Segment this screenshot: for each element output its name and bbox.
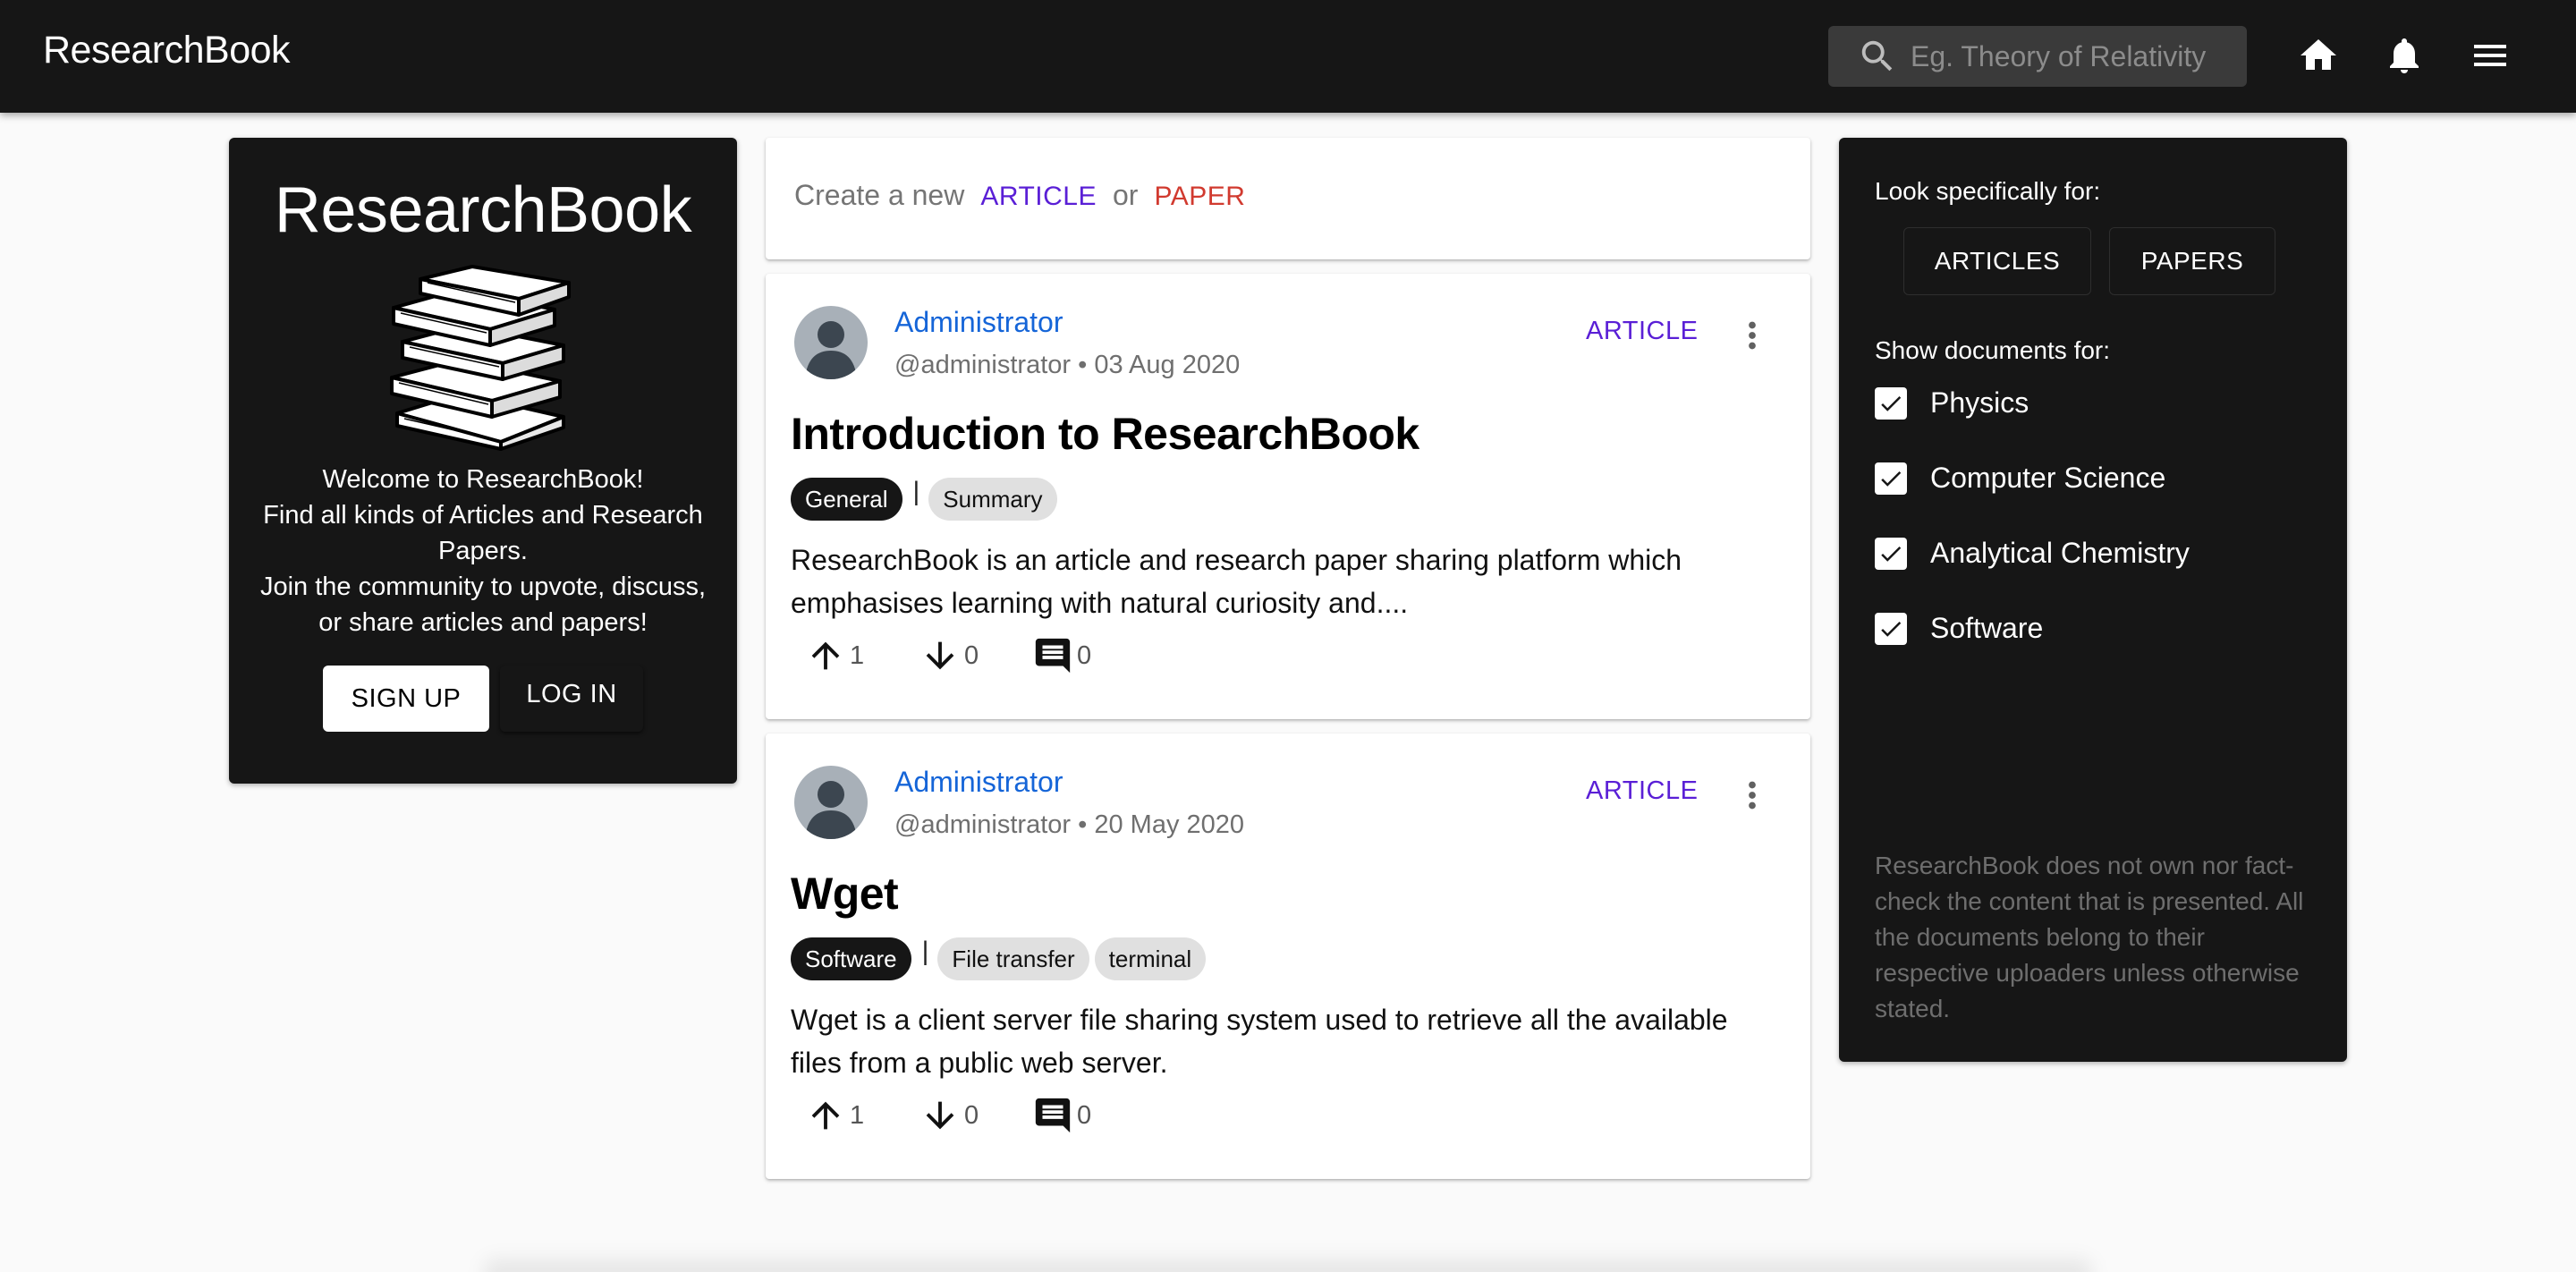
- filter-card: Look specifically for: ARTICLES PAPERS S…: [1839, 138, 2347, 1062]
- post-card: Administrator @administrator • 03 Aug 20…: [766, 274, 1810, 719]
- post-card: Administrator @administrator • 20 May 20…: [766, 734, 1810, 1179]
- welcome-line-3: Join the community to upvote, discuss, o…: [259, 572, 707, 637]
- downvote-button[interactable]: 0: [919, 635, 1032, 676]
- post-main-tag[interactable]: Software: [791, 937, 911, 980]
- post-description: ResearchBook is an article and research …: [791, 544, 1682, 619]
- look-for-label: Look specifically for:: [1875, 177, 2101, 205]
- create-article-link[interactable]: ARTICLE: [980, 182, 1097, 212]
- post-title[interactable]: Introduction to ResearchBook: [791, 408, 1419, 460]
- post-author-name[interactable]: Administrator: [894, 766, 1063, 799]
- log-in-button[interactable]: LOG IN: [500, 666, 643, 732]
- downvote-count: 0: [964, 1100, 979, 1130]
- arrow-down-icon: [926, 1101, 954, 1130]
- comments-button[interactable]: 0: [1032, 1095, 1091, 1136]
- create-prefix-text: Create a new: [794, 179, 965, 211]
- category-checkbox-analytical-chemistry[interactable]: Analytical Chemistry: [1875, 537, 2190, 570]
- post-date: 03 Aug 2020: [1094, 351, 1241, 379]
- checkbox-checked-icon[interactable]: [1875, 537, 1907, 570]
- comment-icon: [1035, 638, 1071, 674]
- welcome-title: ResearchBook: [274, 174, 692, 246]
- post-tags: General | Summary: [791, 478, 1063, 521]
- welcome-line-2: Find all kinds of Articles and Research …: [263, 501, 703, 565]
- footer-shadow: [483, 1259, 2093, 1272]
- user-avatar-icon: [794, 766, 868, 839]
- post-description: Wget is a client server file sharing sys…: [791, 1004, 1728, 1079]
- create-or-text: or: [1112, 179, 1139, 211]
- meta-separator: •: [1078, 351, 1095, 379]
- post-type-badge[interactable]: ARTICLE: [1586, 317, 1698, 346]
- post-author-name[interactable]: Administrator: [894, 306, 1063, 339]
- search-icon: [1861, 40, 1893, 72]
- category-checkbox-software[interactable]: Software: [1875, 612, 2043, 645]
- user-avatar-icon: [794, 306, 868, 379]
- category-label: Analytical Chemistry: [1930, 537, 2190, 569]
- books-stack-icon: [390, 265, 571, 451]
- welcome-text: Welcome to ResearchBook! Find all kinds …: [229, 462, 737, 640]
- search-input[interactable]: [1911, 39, 2233, 73]
- more-options-icon[interactable]: [1732, 775, 1773, 816]
- disclaimer-text: ResearchBook does not own nor fact-check…: [1875, 852, 2304, 1022]
- downvote-count: 0: [964, 640, 979, 670]
- post-type-badge[interactable]: ARTICLE: [1586, 776, 1698, 806]
- brand-logo-text[interactable]: ResearchBook: [43, 29, 291, 72]
- top-app-bar: ResearchBook: [0, 0, 2576, 113]
- post-tag[interactable]: File transfer: [937, 937, 1089, 980]
- category-checkbox-computer-science[interactable]: Computer Science: [1875, 462, 2165, 495]
- menu-icon[interactable]: [2469, 34, 2512, 77]
- welcome-card: ResearchBook Welcome to ResearchBook! Fi…: [229, 138, 737, 784]
- upvote-count: 1: [850, 1100, 865, 1130]
- comment-count: 0: [1077, 1100, 1092, 1130]
- post-main-tag[interactable]: General: [791, 478, 902, 521]
- post-tag[interactable]: terminal: [1094, 937, 1207, 980]
- category-label: Computer Science: [1930, 462, 2166, 494]
- sign-up-button[interactable]: SIGN UP: [323, 666, 489, 732]
- comment-icon: [1035, 1098, 1071, 1133]
- post-author-handle: @administrator: [894, 351, 1072, 379]
- upvote-button[interactable]: 1: [805, 1095, 919, 1136]
- search-box[interactable]: [1828, 26, 2247, 87]
- auth-buttons: SIGN UP LOG IN: [229, 666, 737, 732]
- post-meta: @administrator • 20 May 2020: [894, 810, 1244, 840]
- show-for-label: Show documents for:: [1875, 336, 2111, 364]
- post-title[interactable]: Wget: [791, 868, 899, 920]
- create-row: Create a new ARTICLE or PAPER: [794, 179, 1245, 212]
- notifications-bell-icon[interactable]: [2383, 34, 2426, 77]
- checkbox-checked-icon[interactable]: [1875, 462, 1907, 495]
- filter-articles-button[interactable]: ARTICLES: [1903, 227, 2091, 295]
- arrow-up-icon: [811, 1101, 840, 1130]
- upvote-count: 1: [850, 640, 865, 670]
- comment-count: 0: [1077, 640, 1092, 670]
- home-icon[interactable]: [2297, 34, 2340, 77]
- checkbox-checked-icon[interactable]: [1875, 612, 1907, 645]
- create-document-card: Create a new ARTICLE or PAPER: [766, 138, 1810, 259]
- avatar[interactable]: [794, 766, 868, 839]
- post-actions: 1 0 0: [805, 1095, 1091, 1136]
- downvote-button[interactable]: 0: [919, 1095, 1032, 1136]
- welcome-line-1: Welcome to ResearchBook!: [322, 465, 644, 494]
- upvote-button[interactable]: 1: [805, 635, 919, 676]
- comments-button[interactable]: 0: [1032, 635, 1091, 676]
- tag-separator: |: [921, 937, 929, 966]
- category-checkbox-physics[interactable]: Physics: [1875, 386, 2029, 420]
- meta-separator: •: [1078, 810, 1095, 839]
- avatar[interactable]: [794, 306, 868, 379]
- post-meta: @administrator • 03 Aug 2020: [894, 351, 1240, 380]
- post-date: 20 May 2020: [1094, 810, 1245, 839]
- post-tag[interactable]: Summary: [928, 478, 1057, 521]
- post-tags: Software | File transfer terminal: [791, 937, 1211, 980]
- more-options-icon[interactable]: [1732, 315, 1773, 356]
- category-label: Physics: [1930, 386, 2029, 419]
- tag-separator: |: [912, 477, 920, 506]
- checkbox-checked-icon[interactable]: [1875, 386, 1907, 420]
- category-label: Software: [1930, 612, 2044, 644]
- arrow-down-icon: [926, 641, 954, 670]
- post-author-handle: @administrator: [894, 810, 1072, 839]
- post-actions: 1 0 0: [805, 635, 1091, 676]
- create-paper-link[interactable]: PAPER: [1154, 182, 1245, 212]
- filter-papers-button[interactable]: PAPERS: [2109, 227, 2275, 295]
- arrow-up-icon: [811, 641, 840, 670]
